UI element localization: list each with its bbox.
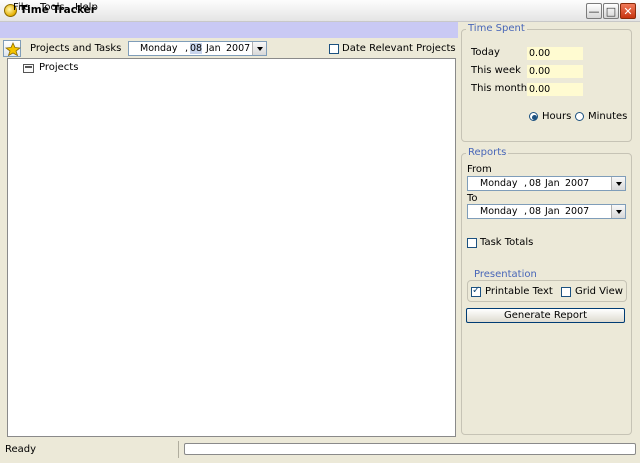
presentation-legend: Presentation <box>472 269 539 280</box>
folder-icon <box>23 64 34 73</box>
maximize-button[interactable]: □ <box>603 3 619 19</box>
projects-and-tasks-label: Projects and Tasks <box>30 43 122 54</box>
to-year: 2007 <box>565 206 590 217</box>
maximize-icon: □ <box>605 4 617 18</box>
toolbar-date-picker[interactable]: Monday , 08 Jan 2007 <box>128 41 267 56</box>
this-week-label: This week <box>471 65 521 76</box>
from-day: Monday <box>480 178 518 189</box>
chevron-down-icon[interactable] <box>611 177 625 190</box>
status-separator <box>178 441 179 458</box>
to-label: To <box>467 193 478 204</box>
to-month: Jan <box>545 206 560 217</box>
from-year: 2007 <box>565 178 590 189</box>
from-date-picker[interactable]: Monday , 08 Jan 2007 <box>467 176 626 191</box>
home-star-icon <box>5 42 21 56</box>
home-button[interactable] <box>3 40 21 57</box>
from-month: Jan <box>545 178 560 189</box>
to-dnum: 08 <box>529 206 542 217</box>
date-year: 2007 <box>226 43 251 54</box>
this-month-label: This month <box>471 83 528 94</box>
chevron-down-icon[interactable] <box>252 42 266 55</box>
progress-bar <box>184 443 636 455</box>
minimize-button[interactable]: — <box>586 3 602 19</box>
hours-label: Hours <box>542 111 572 122</box>
menu-file[interactable]: File <box>13 2 30 13</box>
printable-text-checkbox[interactable] <box>471 285 481 297</box>
grid-view-checkbox[interactable] <box>561 287 571 297</box>
this-month-value: 0.00 <box>527 83 583 96</box>
from-dnum: 08 <box>529 178 542 189</box>
menu-tools[interactable]: Tools <box>40 2 65 13</box>
minutes-radio[interactable] <box>575 112 584 121</box>
minutes-label: Minutes <box>588 111 628 122</box>
today-label: Today <box>471 47 500 58</box>
menu-help[interactable]: Help <box>75 2 98 13</box>
from-label: From <box>467 164 492 175</box>
chevron-down-icon[interactable] <box>611 205 625 218</box>
to-day: Monday <box>480 206 518 217</box>
hours-radio[interactable] <box>529 112 538 121</box>
tree-node-projects[interactable]: Projects <box>39 62 78 73</box>
date-sep: , <box>185 43 189 54</box>
date-relevant-checkbox[interactable] <box>329 44 339 54</box>
date-dnum: 08 <box>190 43 203 54</box>
printable-text-label: Printable Text <box>485 286 553 297</box>
grid-view-label: Grid View <box>575 286 623 297</box>
to-date-picker[interactable]: Monday , 08 Jan 2007 <box>467 204 626 219</box>
date-relevant-label: Date Relevant Projects <box>342 43 456 54</box>
close-icon: ✕ <box>623 4 633 18</box>
reports-legend: Reports <box>466 147 509 158</box>
task-totals-checkbox[interactable] <box>467 238 477 248</box>
status-text: Ready <box>5 444 37 455</box>
task-totals-label: Task Totals <box>480 237 534 248</box>
menu-bar <box>0 22 458 38</box>
date-month: Jan <box>206 43 221 54</box>
close-button[interactable]: ✕ <box>620 3 636 19</box>
from-sep: , <box>524 178 528 189</box>
generate-report-button[interactable]: Generate Report <box>466 308 625 323</box>
time-spent-legend: Time Spent <box>466 23 527 34</box>
today-value: 0.00 <box>527 47 583 60</box>
minimize-icon: — <box>588 4 600 18</box>
this-week-value: 0.00 <box>527 65 583 78</box>
to-sep: , <box>524 206 528 217</box>
project-tree[interactable]: Projects <box>7 58 456 437</box>
date-day: Monday <box>140 43 178 54</box>
